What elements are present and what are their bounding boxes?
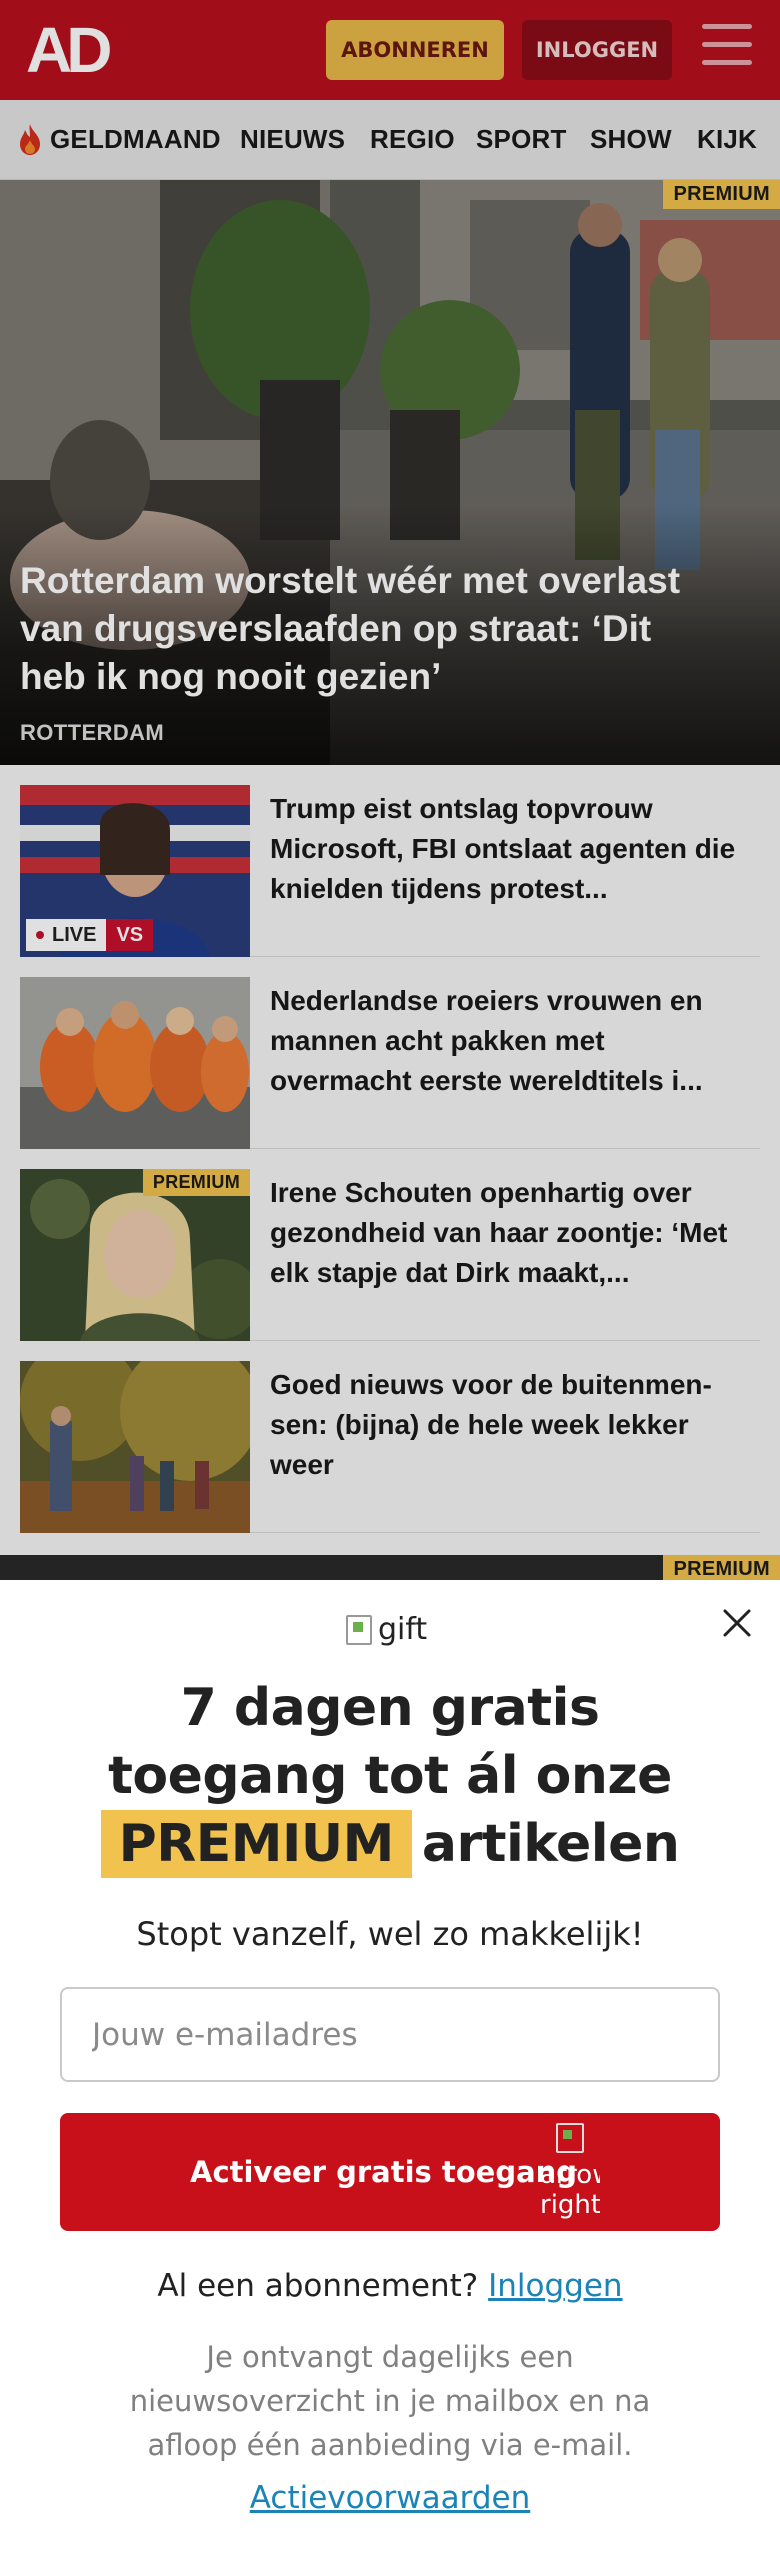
hamburger-icon[interactable] xyxy=(702,24,752,72)
live-dot-icon xyxy=(36,931,44,939)
live-label: LIVE xyxy=(52,923,97,946)
article-thumbnail: PREMIUM xyxy=(20,1169,250,1341)
nav-item-regio[interactable]: REGIO xyxy=(370,124,455,155)
terms-container: Actievoorwaarden xyxy=(0,2480,780,2516)
premium-badge: PREMIUM xyxy=(142,1169,250,1196)
article-thumbnail xyxy=(20,977,250,1149)
already-text: Al een abonnement? xyxy=(157,2268,479,2304)
fineprint: Je ontvangt dagelijks een nieuwsoverzich… xyxy=(129,2340,651,2462)
email-input[interactable] xyxy=(60,1987,720,2082)
already-subscribed: Al een abonnement? Inloggen xyxy=(0,2268,780,2304)
article-title[interactable]: Trump eist ontslag topvrouw Microsoft, F… xyxy=(270,789,750,909)
login-button[interactable]: INLOGGEN xyxy=(522,20,672,80)
live-badge: LIVE VS xyxy=(26,919,154,951)
activate-trial-button[interactable]: Activeer gratis toegang arrow-right xyxy=(60,2113,720,2231)
close-icon[interactable] xyxy=(722,1608,752,1638)
arrow-alt-text: arrow-right xyxy=(540,2160,600,2220)
article-thumbnail: LIVE VS xyxy=(20,785,250,957)
article-title[interactable]: Nederlandse roeiers vrouwen en mannen ac… xyxy=(270,981,750,1101)
nav-item-nieuws[interactable]: NIEUWS xyxy=(240,124,345,155)
premium-badge: PREMIUM xyxy=(663,180,780,209)
list-item[interactable]: LIVE VS Trump eist ontslag topvrouw Micr… xyxy=(20,765,760,957)
terms-link[interactable]: Actievoorwaarden xyxy=(250,2480,531,2516)
modal-headline-line2: toegang tot ál onze xyxy=(108,1746,672,1806)
nav-item-geldmaand[interactable]: GELDMAAND xyxy=(50,124,221,155)
arrow-right-icon: arrow-right xyxy=(540,2123,600,2223)
article-title[interactable]: Irene Schouten openhartig over gezondhei… xyxy=(270,1173,750,1293)
premium-highlight: PREMIUM xyxy=(100,1810,412,1878)
nav-item-show[interactable]: SHOW xyxy=(590,124,672,155)
flame-icon xyxy=(20,124,40,155)
nav-item-kijk[interactable]: KIJK xyxy=(697,124,757,155)
article-list: LIVE VS Trump eist ontslag topvrouw Micr… xyxy=(0,765,780,1580)
article-title[interactable]: Goed nieuws voor de buitenmen-sen: (bijn… xyxy=(270,1365,750,1485)
modal-headline-line3: PREMIUM artikelen xyxy=(0,1810,780,1878)
next-article-peek: PREMIUM xyxy=(0,1555,780,1580)
premium-trial-modal: gift 7 dagen gratis toegang tot ál onze … xyxy=(0,1580,780,2560)
login-link[interactable]: Inloggen xyxy=(488,2268,622,2304)
list-item[interactable]: Nederlandse roeiers vrouwen en mannen ac… xyxy=(20,957,760,1149)
svg-text:AD: AD xyxy=(26,18,110,80)
ad-logo[interactable]: AD xyxy=(26,18,116,80)
gift-icon: gift xyxy=(346,1612,427,1647)
section-nav: GELDMAAND NIEUWS REGIO SPORT SHOW KIJK xyxy=(0,100,780,180)
modal-headline-rest: artikelen xyxy=(421,1814,680,1874)
hero-kicker: ROTTERDAM xyxy=(20,720,165,745)
list-item[interactable]: PREMIUM Irene Schouten openhartig over g… xyxy=(20,1149,760,1341)
modal-subline: Stopt vanzelf, wel zo makkelijk! xyxy=(136,1915,644,1953)
top-header: AD ABONNEREN INLOGGEN xyxy=(0,0,780,100)
article-thumbnail xyxy=(20,1361,250,1533)
list-item[interactable]: Goed nieuws voor de buitenmen-sen: (bijn… xyxy=(20,1341,760,1533)
gift-alt-text: gift xyxy=(378,1612,428,1647)
subscribe-button[interactable]: ABONNEREN xyxy=(326,20,504,80)
premium-badge: PREMIUM xyxy=(663,1555,780,1580)
nav-item-sport[interactable]: SPORT xyxy=(476,124,567,155)
activate-trial-label: Activeer gratis toegang xyxy=(190,2155,578,2189)
hero-article[interactable]: PREMIUM Rotterdam worstelt wéér met over… xyxy=(0,180,780,765)
modal-headline-line1: 7 dagen gratis xyxy=(180,1678,600,1738)
hero-title[interactable]: Rotterdam worstelt wéér met overlast van… xyxy=(20,557,720,701)
live-tag: VS xyxy=(106,919,154,951)
